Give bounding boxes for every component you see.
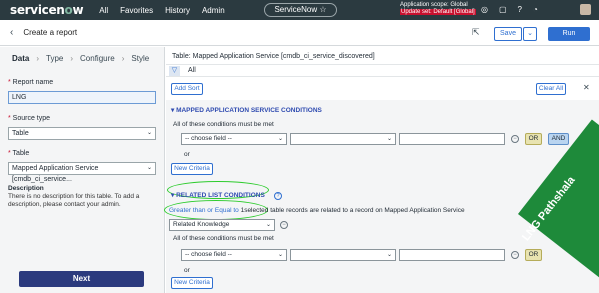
or-text-2: or <box>184 267 190 274</box>
related-conditions-heading[interactable]: ▾ RELATED LIST CONDITIONS <box>171 191 265 199</box>
nav-admin[interactable]: Admin <box>202 6 225 15</box>
and-button-1[interactable]: AND <box>548 133 569 145</box>
source-type-label: * Source type <box>8 115 51 122</box>
chat-icon[interactable]: ▢ <box>499 5 507 14</box>
description-heading: Description <box>8 185 44 192</box>
description-text: There is no description for this table. … <box>8 193 140 208</box>
operator-select-2[interactable]: ⌄ <box>290 249 396 261</box>
left-panel: Data › Type › Configure › Style * Report… <box>0 47 165 293</box>
related-operator-link[interactable]: Greater than or Equal to <box>169 207 239 214</box>
nav-favorites[interactable]: Favorites <box>120 6 153 15</box>
clear-all-button[interactable]: Clear All <box>536 83 566 95</box>
chevron-down-icon: ⌄ <box>146 130 152 136</box>
condition-builder: Table: Mapped Application Service [cmdb_… <box>164 47 599 293</box>
back-icon[interactable]: ‹ <box>10 27 13 38</box>
table-label: * Table <box>8 150 30 157</box>
nav-all[interactable]: All <box>99 6 108 15</box>
source-type-select[interactable]: Table ⌄ <box>8 127 156 140</box>
operator-select-1[interactable]: ⌄ <box>290 133 396 145</box>
funnel-icon[interactable]: ▽ <box>169 66 180 76</box>
filter-all-link[interactable]: All <box>188 67 196 74</box>
new-criteria-button-1[interactable]: New Criteria <box>171 163 213 175</box>
close-icon[interactable]: ✕ <box>583 83 590 92</box>
value-input-1[interactable] <box>399 133 505 145</box>
top-navigation: servicenow All Favorites History Admin S… <box>0 0 599 20</box>
or-button-1[interactable]: OR <box>525 133 542 145</box>
remove-condition-icon[interactable]: − <box>511 251 519 259</box>
tab-configure[interactable]: Configure <box>80 54 115 63</box>
instance-chip[interactable]: ServiceNow ☆ <box>264 3 337 17</box>
related-list-select[interactable]: Related Knowledge ⌄ <box>169 219 275 231</box>
report-name-input[interactable]: LNG <box>8 91 156 104</box>
choose-field-select-2[interactable]: -- choose field -- ⌄ <box>181 249 287 261</box>
next-button[interactable]: Next <box>19 271 144 287</box>
share-icon[interactable]: ⇱ <box>472 27 480 38</box>
conditions-text-1: All of these conditions must be met <box>173 121 274 128</box>
chevron-down-icon: ⌄ <box>386 136 392 142</box>
nav-history[interactable]: History <box>165 6 190 15</box>
bell-icon[interactable]: ◔ <box>533 5 538 14</box>
conditions-text-2: All of these conditions must be met <box>173 235 274 242</box>
run-button[interactable]: Run <box>548 27 590 41</box>
tab-style[interactable]: Style <box>131 54 149 63</box>
save-dropdown-button[interactable]: ⌄ <box>523 27 537 41</box>
chevron-down-icon: ⌄ <box>146 165 152 171</box>
chevron-down-icon: ⌄ <box>265 222 271 228</box>
chevron-down-icon: ⌄ <box>386 252 392 258</box>
filter-breadcrumb: ▽ All <box>166 64 599 77</box>
tab-type[interactable]: Type <box>46 54 63 63</box>
report-name-label: * Report name <box>8 79 54 86</box>
help-icon[interactable]: ? <box>274 192 282 200</box>
table-title: Table: Mapped Application Service [cmdb_… <box>172 53 375 60</box>
help-icon[interactable]: ? <box>518 5 522 14</box>
page-title: Create a report <box>23 28 78 37</box>
table-select[interactable]: Mapped Application Service [cmdb_ci_serv… <box>8 162 156 183</box>
avatar[interactable] <box>580 4 591 15</box>
tab-data[interactable]: Data <box>12 54 29 63</box>
or-text-1: or <box>184 151 190 158</box>
servicenow-logo[interactable]: servicenow <box>10 3 84 17</box>
remove-condition-icon[interactable]: − <box>511 135 519 143</box>
add-sort-button[interactable]: Add Sort <box>171 83 203 95</box>
globe-icon[interactable]: ◎ <box>481 5 488 14</box>
new-criteria-button-2[interactable]: New Criteria <box>171 277 213 289</box>
remove-related-icon[interactable]: − <box>280 221 288 229</box>
chevron-right-icon: › <box>121 53 125 63</box>
value-input-2[interactable] <box>399 249 505 261</box>
app-scope-info[interactable]: Application scope: Global Update set: De… <box>400 2 476 16</box>
or-button-2[interactable]: OR <box>525 249 542 261</box>
choose-field-select-1[interactable]: -- choose field -- ⌄ <box>181 133 287 145</box>
chevron-down-icon: ⌄ <box>277 252 283 258</box>
related-description: selected table records are related to a … <box>244 207 465 214</box>
chevron-right-icon: › <box>36 53 40 63</box>
mapped-conditions-heading[interactable]: ▾ MAPPED APPLICATION SERVICE CONDITIONS <box>171 106 322 114</box>
chevron-down-icon: ⌄ <box>277 136 283 142</box>
related-line: Greater than or Equal to 1selected table… <box>169 207 465 214</box>
save-button[interactable]: Save <box>494 27 522 41</box>
chevron-right-icon: › <box>70 53 74 63</box>
